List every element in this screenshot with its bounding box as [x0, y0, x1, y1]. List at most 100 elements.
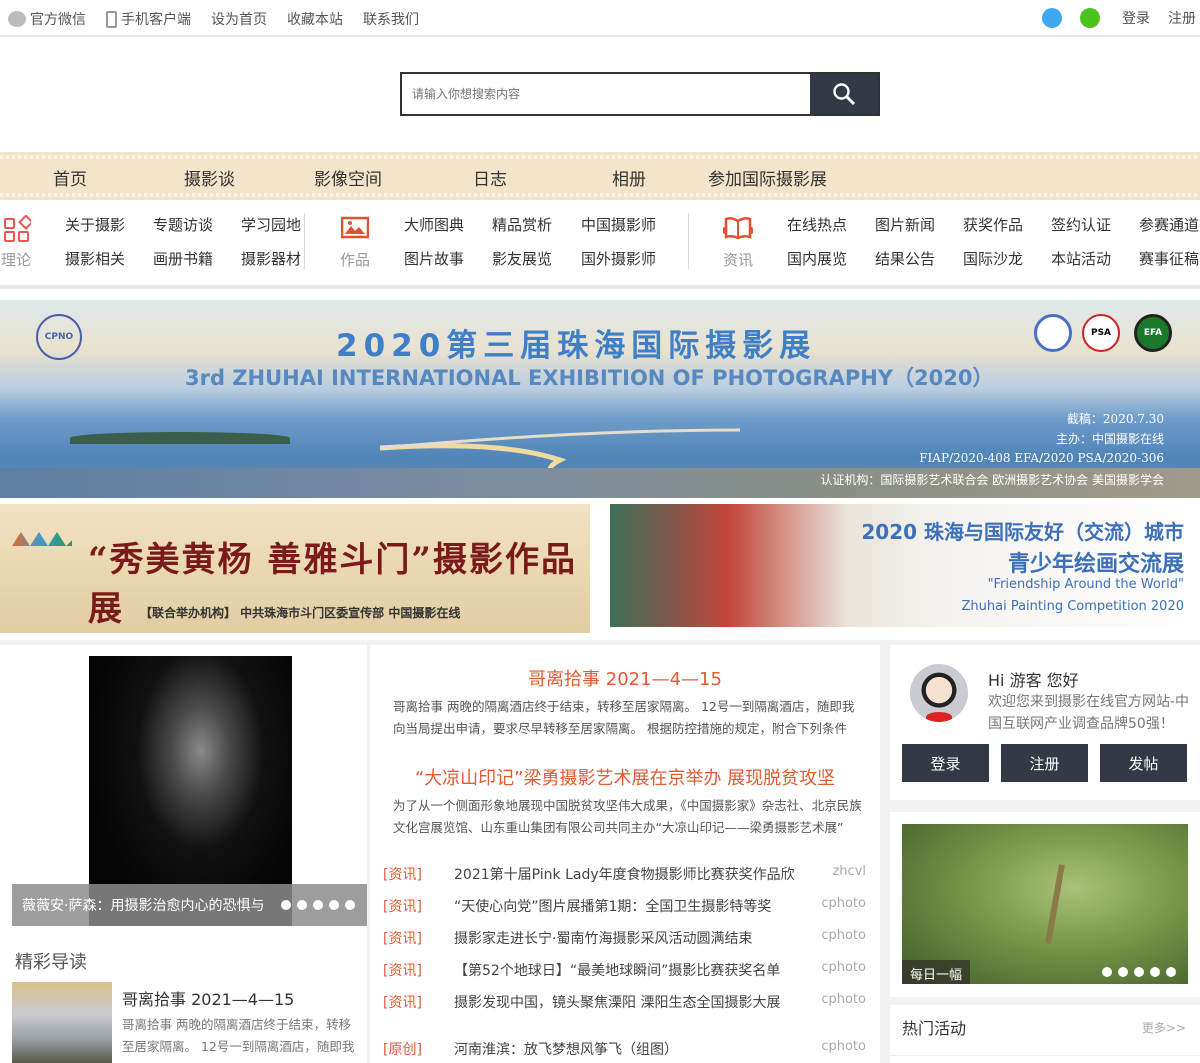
post-button[interactable]: 发帖	[1100, 744, 1187, 782]
category-label[interactable]: 作品	[335, 249, 375, 270]
slider-dot[interactable]	[345, 900, 355, 910]
link-intl-salon[interactable]: 国际沙龙	[963, 248, 1023, 269]
link-learning[interactable]: 学习园地	[241, 214, 301, 235]
slider-dot[interactable]	[281, 900, 291, 910]
link-foreign-photographers[interactable]: 国外摄影师	[581, 248, 656, 269]
psa-logo: PSA	[1082, 314, 1120, 352]
slider-dot[interactable]	[1102, 967, 1112, 977]
news-row[interactable]: [原创] 河南淮滨：放飞梦想风筝飞（组图） cphoto	[370, 1039, 880, 1061]
islands	[70, 432, 290, 444]
news-tag: [资讯]	[383, 867, 422, 883]
news-title[interactable]: 摄影发现中国，镜头聚焦溧阳 溧阳生态全国摄影大展	[454, 992, 780, 1012]
link-call-for-entries[interactable]: 赛事征稿	[1139, 248, 1199, 269]
nav-image-space[interactable]: 影像空间	[314, 165, 382, 190]
news-title[interactable]: 2021第十届Pink Lady年度食物摄影师比赛获奖作品欣	[454, 864, 795, 884]
link-photo-related[interactable]: 摄影相关	[65, 248, 125, 269]
news-tag: [原创]	[383, 1042, 422, 1058]
featured-title[interactable]: 哥离拾事 2021—4—15	[122, 986, 294, 1010]
top-bar: 官方微信 手机客户端 设为首页 收藏本站 联系我们 登录 注册	[0, 0, 1200, 37]
search-button[interactable]	[810, 74, 878, 114]
more-link[interactable]: 更多>>	[1142, 1019, 1186, 1036]
banner-deadline: 截稿：2020.7.30	[1066, 412, 1164, 426]
headline-1[interactable]: 哥离拾事 2021—4—15	[370, 665, 880, 691]
link-masters[interactable]: 大师图典	[404, 214, 464, 235]
link-site-events[interactable]: 本站活动	[1051, 248, 1111, 269]
search-input[interactable]	[402, 74, 810, 114]
exhibition-banner[interactable]: CPNO PSA EFA 2020第三届珠海国际摄影展 3rd ZHUHAI I…	[0, 300, 1200, 498]
slider-dot[interactable]	[1150, 967, 1160, 977]
category-label[interactable]: 理论	[0, 249, 36, 270]
nav-albums[interactable]: 相册	[612, 165, 646, 190]
daily-photo[interactable]: 每日一幅	[902, 824, 1188, 984]
slider-dot[interactable]	[329, 900, 339, 910]
divider	[688, 213, 689, 269]
link-books[interactable]: 画册书籍	[153, 248, 213, 269]
register-button[interactable]: 注册	[1001, 744, 1088, 782]
bookmark-link[interactable]: 收藏本站	[287, 9, 343, 29]
link-certification[interactable]: 签约认证	[1051, 214, 1111, 235]
link-photo-stories[interactable]: 图片故事	[404, 248, 464, 269]
featured-thumbnail[interactable]	[12, 982, 112, 1063]
painting-title-2: 青少年绘画交流展	[1007, 552, 1184, 577]
news-row[interactable]: [资讯] 【第52个地球日】“最美地球瞬间”摄影比赛获奖名单 cphoto	[370, 960, 880, 982]
link-appreciation[interactable]: 精品赏析	[492, 214, 552, 235]
link-about-photography[interactable]: 关于摄影	[65, 214, 125, 235]
news-row[interactable]: [资讯] “天使心向党”图片展播第1期：全国卫生摄影特等奖 cphoto	[370, 896, 880, 918]
center-column: 哥离拾事 2021—4—15 哥离拾事 两晚的隔离酒店终于结束，转移至居家隔离。…	[370, 645, 880, 1063]
link-photo-news[interactable]: 图片新闻	[875, 214, 935, 235]
wechat-login-icon[interactable]	[1080, 8, 1100, 28]
news-row[interactable]: [资讯] 摄影发现中国，镜头聚焦溧阳 溧阳生态全国摄影大展 cphoto	[370, 992, 880, 1014]
mobile-client-link[interactable]: 手机客户端	[106, 9, 191, 29]
link-chinese-photographers[interactable]: 中国摄影师	[581, 214, 656, 235]
link-interviews[interactable]: 专题访谈	[153, 214, 213, 235]
news-row[interactable]: [资讯] 摄影家走进长宁·蜀南竹海摄影采风活动圆满结束 cphoto	[370, 928, 880, 950]
category-label[interactable]: 资讯	[718, 249, 758, 270]
news-tag: [资讯]	[383, 995, 422, 1011]
register-link[interactable]: 注册	[1168, 8, 1196, 28]
hot-activities-panel: 热门活动 更多>>	[890, 1005, 1200, 1063]
slider-dot[interactable]	[297, 900, 307, 910]
set-homepage-link[interactable]: 设为首页	[211, 9, 267, 29]
welcome-text: 欢迎您来到摄影在线官方网站-中国互联网产业调查品牌50强！	[988, 694, 1190, 732]
doumen-logo	[12, 532, 72, 546]
nav-photo-talk[interactable]: 摄影谈	[184, 165, 235, 190]
news-title[interactable]: “天使心向党”图片展播第1期：全国卫生摄影特等奖	[454, 896, 771, 916]
nav-journal[interactable]: 日志	[473, 165, 507, 190]
link-member-exhibits[interactable]: 影友展览	[492, 248, 552, 269]
painting-title-1: 2020 珠海与国际友好（交流）城市	[861, 520, 1184, 544]
search-bar	[400, 72, 880, 116]
divider	[890, 1055, 1200, 1056]
news-title[interactable]: 【第52个地球日】“最美地球瞬间”摄影比赛获奖名单	[454, 960, 780, 980]
wechat-link[interactable]: 官方微信	[8, 9, 86, 29]
link-entry-channel[interactable]: 参赛通道	[1139, 214, 1199, 235]
headline-2[interactable]: “大凉山印记”梁勇摄影艺术展在京举办 展现脱贫攻坚	[370, 764, 880, 790]
nav-home[interactable]: 首页	[53, 165, 87, 190]
slider-dot[interactable]	[1134, 967, 1144, 977]
phone-icon	[106, 10, 117, 28]
painting-exchange-banner[interactable]: 2020 珠海与国际友好（交流）城市 青少年绘画交流展 "Friendship …	[610, 504, 1200, 627]
link-results[interactable]: 结果公告	[875, 248, 935, 269]
slider-dot[interactable]	[313, 900, 323, 910]
banner-host: 主办：中国摄影在线	[1055, 432, 1164, 446]
slider-dot[interactable]	[1118, 967, 1128, 977]
news-title[interactable]: 河南淮滨：放飞梦想风筝飞（组图）	[454, 1039, 678, 1059]
banner-title-en: 3rd ZHUHAI INTERNATIONAL EXHIBITION OF P…	[185, 366, 994, 390]
contact-link[interactable]: 联系我们	[363, 9, 419, 29]
link-hot-topics[interactable]: 在线热点	[787, 214, 847, 235]
link-domestic-exhibits[interactable]: 国内展览	[787, 248, 847, 269]
news-author: cphoto	[821, 960, 866, 975]
login-button[interactable]: 登录	[902, 744, 989, 782]
link-equipment[interactable]: 摄影器材	[241, 248, 301, 269]
slider-caption[interactable]: 薇薇安·萨森：用摄影治愈内心的恐惧与	[22, 895, 264, 915]
fiap-logo	[1034, 314, 1072, 352]
news-row[interactable]: [资讯] 2021第十届Pink Lady年度食物摄影师比赛获奖作品欣 zhcvl	[370, 864, 880, 886]
nav-intl-exhibition[interactable]: 参加国际摄影展	[708, 165, 827, 190]
doumen-exhibition-banner[interactable]: “秀美黄杨 善雅斗门”摄影作品展 【联合举办机构】 中共珠海市斗门区委宣传部 中…	[0, 504, 590, 633]
link-award-works[interactable]: 获奖作品	[963, 214, 1023, 235]
category-theory: 理论 关于摄影 专题访谈 学习园地 摄影相关 画册书籍 摄影器材	[0, 205, 301, 275]
slider-dot[interactable]	[1166, 967, 1176, 977]
news-title[interactable]: 摄影家走进长宁·蜀南竹海摄影采风活动圆满结束	[454, 928, 752, 948]
photo-slider[interactable]: 薇薇安·萨森：用摄影治愈内心的恐惧与	[12, 656, 367, 926]
qq-icon[interactable]	[1042, 8, 1062, 28]
login-link[interactable]: 登录	[1122, 8, 1150, 28]
